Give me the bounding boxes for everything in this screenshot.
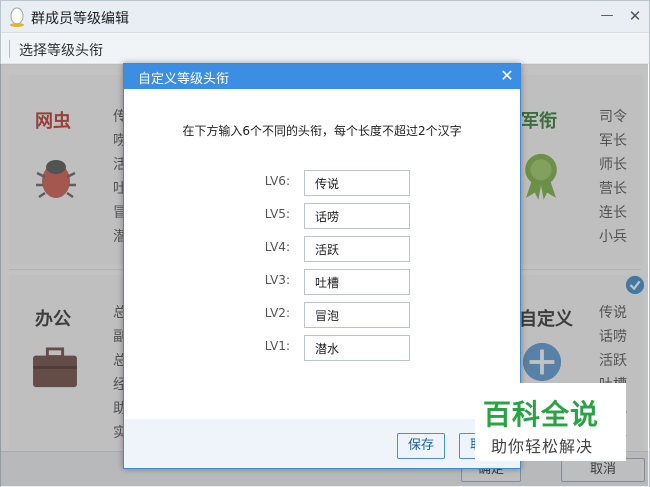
section-title: 选择等级头衔 xyxy=(19,43,103,59)
level-label: LV1: xyxy=(264,339,290,353)
minimize-button[interactable]: — xyxy=(599,8,615,24)
level-row-lv1: LV1: xyxy=(242,335,410,361)
level-label: LV5: xyxy=(264,207,290,221)
level-label: LV6: xyxy=(264,174,290,188)
dialog-footer: 保存 取消 xyxy=(124,419,520,468)
level-input-lv5[interactable] xyxy=(304,203,410,229)
watermark-brand: 百科全说 xyxy=(483,398,600,431)
level-input-lv6[interactable] xyxy=(304,170,410,196)
custom-title-dialog: 自定义等级头衔 ✕ 在下方输入6个不同的头衔，每个长度不超过2个汉字 LV6: … xyxy=(123,63,521,469)
dialog-title: 自定义等级头衔 xyxy=(138,72,230,87)
level-row-lv4: LV4: xyxy=(242,236,410,262)
level-label: LV2: xyxy=(264,306,290,320)
window-title: 群成员等级编辑 xyxy=(31,11,129,27)
save-button[interactable]: 保存 xyxy=(397,433,445,459)
close-button[interactable]: ✕ xyxy=(627,8,643,24)
title-bar: 群成员等级编辑 — ✕ xyxy=(1,1,649,33)
watermark-slogan: 助你轻松解决 xyxy=(491,437,594,456)
divider xyxy=(9,40,10,58)
level-row-lv3: LV3: xyxy=(242,269,410,295)
level-input-lv4[interactable] xyxy=(304,236,410,262)
level-label: LV3: xyxy=(264,273,290,287)
level-row-lv2: LV2: xyxy=(242,302,410,328)
level-input-lv1[interactable] xyxy=(304,335,410,361)
level-input-lv3[interactable] xyxy=(304,269,410,295)
dialog-title-bar: 自定义等级头衔 ✕ xyxy=(124,64,520,89)
penguin-icon xyxy=(10,7,24,27)
level-input-lv2[interactable] xyxy=(304,302,410,328)
dialog-close-button[interactable]: ✕ xyxy=(498,67,516,85)
level-row-lv5: LV5: xyxy=(242,203,410,229)
level-row-lv6: LV6: xyxy=(242,170,410,196)
level-label: LV4: xyxy=(264,240,290,254)
instruction-text: 在下方输入6个不同的头衔，每个长度不超过2个汉字 xyxy=(182,124,462,138)
watermark-logo: 百科全说 助你轻松解决 xyxy=(475,383,626,461)
section-header: 选择等级头衔 xyxy=(1,34,649,64)
